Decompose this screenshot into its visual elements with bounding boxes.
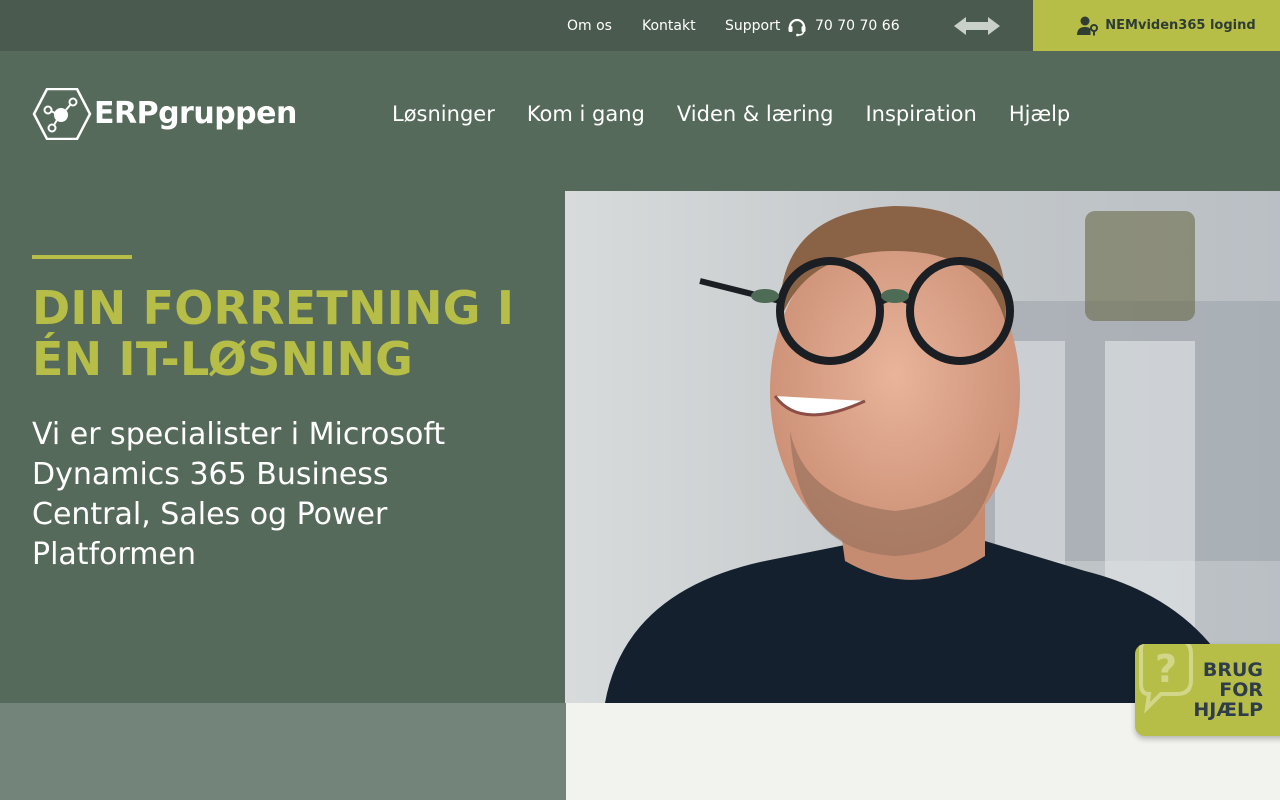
arrows-icon[interactable] — [952, 13, 1002, 39]
topbar-link-support[interactable]: Support — [725, 17, 780, 35]
logo-hexagon-icon — [32, 88, 92, 140]
bottom-left-panel — [0, 703, 566, 800]
help-widget-button[interactable]: ? BRUG FOR HJÆLP — [1135, 644, 1280, 736]
main-nav: Løsninger Kom i gang Viden & læring Insp… — [392, 100, 1102, 128]
question-bubble-icon: ? — [1139, 644, 1193, 714]
main-header: ERPgruppen Løsninger Kom i gang Viden & … — [0, 51, 1280, 191]
logo[interactable]: ERPgruppen — [32, 88, 302, 140]
top-utility-bar: Om os Kontakt Support 70 70 70 66 NEMvid… — [0, 0, 1280, 51]
hero-subtitle: Vi er specialister i Microsoft Dynamics … — [32, 417, 446, 572]
user-key-icon — [1077, 16, 1099, 35]
topbar-link-om-os[interactable]: Om os — [567, 17, 612, 35]
nav-item-inspiration[interactable]: Inspiration — [865, 100, 976, 128]
topbar-link-kontakt[interactable]: Kontakt — [642, 17, 696, 35]
topbar-phone-number[interactable]: 70 70 70 66 — [815, 17, 900, 35]
hero-accent-line — [32, 255, 132, 259]
help-line-2: FOR — [1219, 679, 1263, 701]
help-line-1: BRUG — [1202, 659, 1263, 681]
portrait-image — [565, 191, 1280, 703]
login-label: NEMviden365 logind — [1105, 18, 1256, 33]
nav-item-hjaelp[interactable]: Hjælp — [1009, 100, 1070, 128]
help-line-3: HJÆLP — [1193, 699, 1263, 721]
headset-icon — [788, 18, 806, 37]
nav-item-kom-i-gang[interactable]: Kom i gang — [527, 100, 645, 128]
logo-text: ERPgruppen — [94, 96, 297, 131]
nav-item-viden-laering[interactable]: Viden & læring — [677, 100, 834, 128]
svg-text:?: ? — [1155, 647, 1177, 691]
nav-item-losninger[interactable]: Løsninger — [392, 100, 495, 128]
hero-text-panel: DIN FORRETNING I ÉN IT-LØSNING Vi er spe… — [0, 191, 565, 703]
login-button[interactable]: NEMviden365 logind — [1033, 0, 1280, 51]
hero-title: DIN FORRETNING I ÉN IT-LØSNING — [32, 281, 515, 386]
help-widget-text: BRUG FOR HJÆLP — [1193, 660, 1263, 720]
hero-photo — [565, 191, 1280, 703]
